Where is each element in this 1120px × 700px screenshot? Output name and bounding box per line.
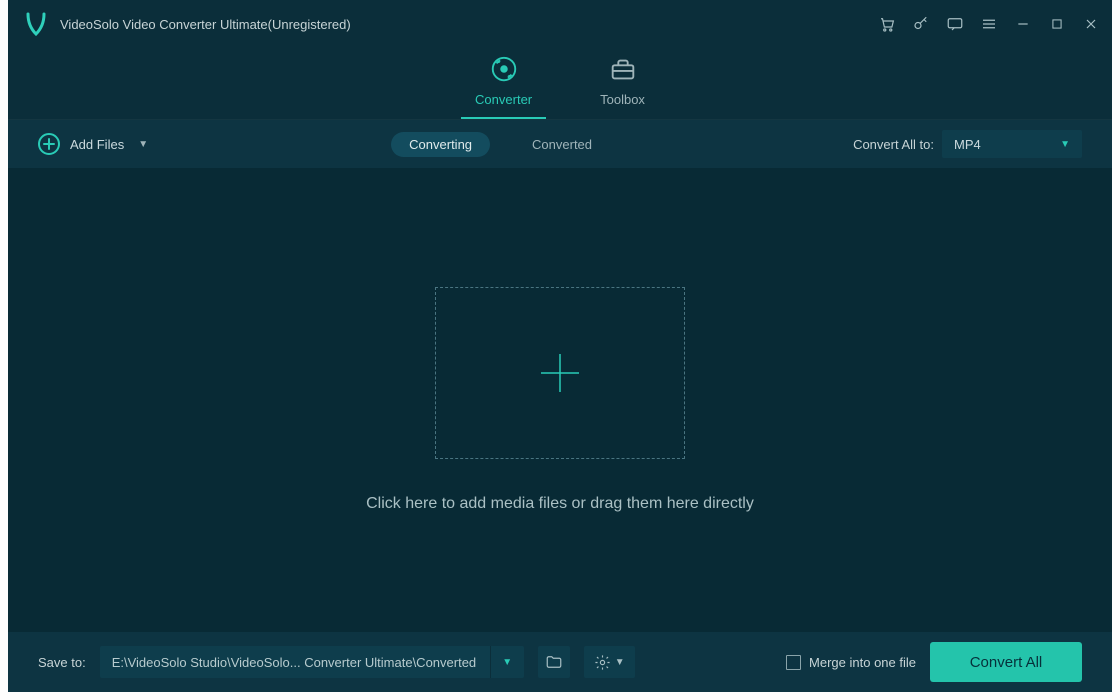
plus-icon bbox=[535, 348, 585, 398]
open-folder-button[interactable] bbox=[538, 646, 570, 678]
maximize-icon[interactable] bbox=[1040, 7, 1074, 41]
status-tab-converted[interactable]: Converted bbox=[514, 132, 610, 157]
status-tab-group: Converting Converted bbox=[164, 132, 837, 157]
status-tab-converting-label: Converting bbox=[409, 137, 472, 152]
close-icon[interactable] bbox=[1074, 7, 1108, 41]
convert-all-label: Convert All bbox=[970, 654, 1043, 671]
checkbox-icon bbox=[786, 655, 801, 670]
tab-toolbox-label: Toolbox bbox=[600, 92, 645, 107]
folder-icon bbox=[545, 653, 563, 671]
save-path-value: E:\VideoSolo Studio\VideoSolo... Convert… bbox=[112, 655, 476, 670]
plus-circle-icon bbox=[38, 133, 60, 155]
tab-converter-label: Converter bbox=[475, 92, 532, 107]
format-select-value: MP4 bbox=[954, 137, 981, 152]
save-path-dropdown[interactable]: ▼ bbox=[490, 646, 524, 678]
toolbox-icon bbox=[608, 54, 638, 84]
format-select[interactable]: MP4 ▼ bbox=[942, 130, 1082, 158]
drop-zone[interactable] bbox=[435, 287, 685, 459]
save-path-group: E:\VideoSolo Studio\VideoSolo... Convert… bbox=[100, 646, 524, 678]
drop-hint-text: Click here to add media files or drag th… bbox=[366, 495, 754, 513]
chevron-down-icon: ▼ bbox=[138, 139, 148, 150]
minimize-icon[interactable] bbox=[1006, 7, 1040, 41]
merge-checkbox[interactable]: Merge into one file bbox=[786, 655, 916, 670]
feedback-icon[interactable] bbox=[938, 7, 972, 41]
save-path-field[interactable]: E:\VideoSolo Studio\VideoSolo... Convert… bbox=[100, 646, 490, 678]
app-title: VideoSolo Video Converter Ultimate(Unreg… bbox=[60, 17, 351, 32]
chevron-down-icon: ▼ bbox=[1060, 139, 1070, 150]
chevron-down-icon: ▼ bbox=[502, 657, 512, 668]
convert-all-button[interactable]: Convert All bbox=[930, 642, 1082, 682]
cart-icon[interactable] bbox=[870, 7, 904, 41]
tab-toolbox[interactable]: Toolbox bbox=[586, 48, 659, 117]
merge-label: Merge into one file bbox=[809, 655, 916, 670]
main-area: Click here to add media files or drag th… bbox=[8, 168, 1112, 632]
menu-icon[interactable] bbox=[972, 7, 1006, 41]
bottom-bar: Save to: E:\VideoSolo Studio\VideoSolo..… bbox=[8, 632, 1112, 692]
settings-button[interactable]: ▼ bbox=[584, 646, 635, 678]
add-files-label: Add Files bbox=[70, 137, 124, 152]
converter-icon bbox=[489, 54, 519, 84]
app-logo-icon bbox=[24, 11, 48, 37]
convert-all-to: Convert All to: MP4 ▼ bbox=[853, 130, 1082, 158]
status-tab-converted-label: Converted bbox=[532, 137, 592, 152]
main-tab-strip: Converter Toolbox bbox=[0, 48, 1120, 120]
add-files-button[interactable]: Add Files ▼ bbox=[38, 133, 148, 155]
tab-converter[interactable]: Converter bbox=[461, 48, 546, 117]
status-tab-converting[interactable]: Converting bbox=[391, 132, 490, 157]
gear-icon bbox=[594, 654, 611, 671]
save-to-label: Save to: bbox=[38, 655, 86, 670]
key-icon[interactable] bbox=[904, 7, 938, 41]
convert-all-to-label: Convert All to: bbox=[853, 137, 934, 152]
toolbar: Add Files ▼ Converting Converted Convert… bbox=[8, 120, 1112, 168]
chevron-down-icon: ▼ bbox=[615, 657, 625, 668]
titlebar: VideoSolo Video Converter Ultimate(Unreg… bbox=[0, 0, 1120, 48]
app-window: VideoSolo Video Converter Ultimate(Unreg… bbox=[0, 0, 1120, 700]
